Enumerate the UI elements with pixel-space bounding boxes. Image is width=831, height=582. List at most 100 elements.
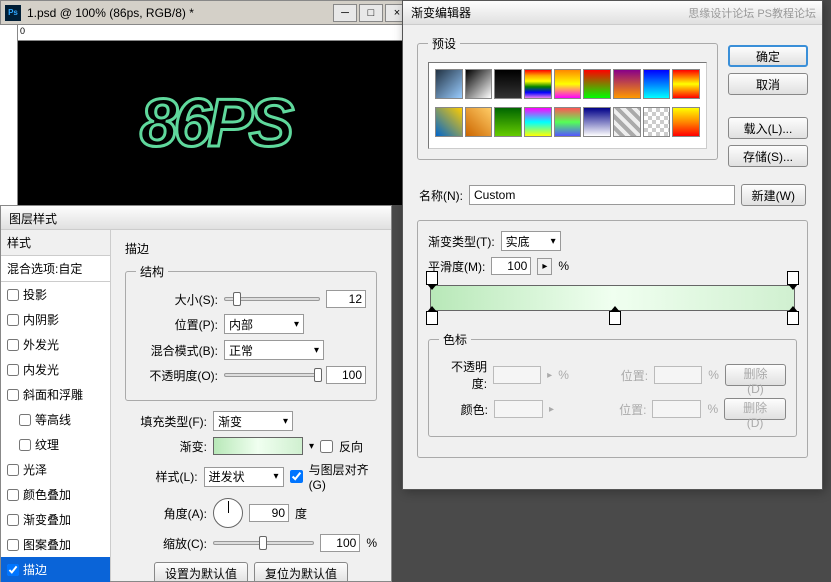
stepper-icon[interactable]: ▸ (537, 258, 552, 275)
checkbox[interactable] (7, 339, 19, 351)
document-title: 1.psd @ 100% (86ps, RGB/8) * (25, 6, 333, 20)
document-canvas[interactable]: 86PS (18, 41, 412, 205)
scale-input[interactable] (320, 534, 360, 552)
ruler-horizontal (18, 25, 412, 41)
style-item-outerglow[interactable]: 外发光 (1, 332, 110, 357)
load-button[interactable]: 载入(L)... (728, 117, 808, 139)
style-item-satin[interactable]: 光泽 (1, 457, 110, 482)
preset-swatch[interactable] (465, 69, 493, 99)
preset-swatch[interactable] (613, 69, 641, 99)
color-stop[interactable] (426, 311, 438, 325)
style-item-bevel[interactable]: 斜面和浮雕 (1, 382, 110, 407)
angle-dial[interactable] (213, 498, 243, 528)
preset-swatch[interactable] (672, 69, 700, 99)
opacity-slider[interactable] (224, 373, 320, 377)
checkbox[interactable] (19, 439, 31, 451)
blend-options-item[interactable]: 混合选项:自定 (1, 256, 110, 282)
angle-input[interactable] (249, 504, 289, 522)
preset-swatch[interactable] (524, 69, 552, 99)
style-header: 样式 (1, 230, 110, 256)
preset-swatch[interactable] (465, 107, 493, 137)
preset-swatch[interactable] (672, 107, 700, 137)
style-item-innershadow[interactable]: 内阴影 (1, 307, 110, 332)
opacity-label: 不透明度(O): (136, 367, 218, 384)
opacity-input[interactable] (326, 366, 366, 384)
position-combo[interactable]: 内部 (224, 314, 304, 334)
style-item-texture[interactable]: 纹理 (1, 432, 110, 457)
cancel-button[interactable]: 取消 (728, 73, 808, 95)
opacity-stop[interactable] (787, 271, 799, 285)
smooth-input[interactable] (491, 257, 531, 275)
size-input[interactable] (326, 290, 366, 308)
style-item-dropshadow[interactable]: 投影 (1, 282, 110, 307)
preset-swatch[interactable] (643, 69, 671, 99)
preset-swatch[interactable] (494, 107, 522, 137)
new-button[interactable]: 新建(W) (741, 184, 806, 206)
style-item-stroke[interactable]: 描边 (1, 557, 110, 582)
size-slider[interactable] (224, 297, 320, 301)
gradient-editor-title[interactable]: 渐变编辑器 思缘设计论坛 PS教程论坛 (403, 1, 822, 25)
scale-slider[interactable] (213, 541, 314, 545)
checkbox[interactable] (7, 514, 19, 526)
window-buttons: ─ □ × (333, 4, 409, 22)
degree-label: 度 (295, 505, 307, 522)
dropdown-icon[interactable]: ▾ (309, 441, 314, 452)
blend-combo[interactable]: 正常 (224, 340, 324, 360)
style-item-contour[interactable]: 等高线 (1, 407, 110, 432)
checkbox[interactable] (7, 389, 19, 401)
percent-label: % (366, 536, 377, 550)
color-stop-swatch (494, 400, 543, 418)
preset-swatch[interactable] (554, 69, 582, 99)
preset-swatch[interactable] (583, 69, 611, 99)
fill-type-combo[interactable]: 渐变 (213, 411, 293, 431)
checkbox[interactable] (7, 364, 19, 376)
type-combo[interactable]: 实底 (501, 231, 561, 251)
preset-swatch[interactable] (494, 69, 522, 99)
position-input (652, 400, 701, 418)
preset-swatch[interactable] (435, 107, 463, 137)
stroke-settings-panel: 描边 结构 大小(S): 位置(P): 内部 混合模式(B): 正常 不透明度( (111, 230, 391, 581)
preset-swatch[interactable] (554, 107, 582, 137)
stepper-disabled-icon: ▸ (549, 404, 554, 415)
layer-style-dialog: 图层样式 样式 混合选项:自定 投影 内阴影 外发光 内发光 斜面和浮雕 等高线… (0, 205, 392, 582)
style-item-coloroverlay[interactable]: 颜色叠加 (1, 482, 110, 507)
preset-swatch[interactable] (613, 107, 641, 137)
preset-swatch[interactable] (583, 107, 611, 137)
structure-fieldset: 结构 大小(S): 位置(P): 内部 混合模式(B): 正常 不透明度(O): (125, 263, 377, 401)
gradient-config-fieldset: 渐变类型(T): 实底 平滑度(M): ▸ % 色标 不透明度: (417, 220, 808, 458)
maximize-button[interactable]: □ (359, 4, 383, 22)
opacity-stop[interactable] (426, 271, 438, 285)
gradient-preview[interactable] (213, 437, 303, 455)
checkbox[interactable] (7, 564, 19, 576)
preset-swatch[interactable] (524, 107, 552, 137)
name-input[interactable] (469, 185, 735, 205)
color-stop[interactable] (609, 311, 621, 325)
save-button[interactable]: 存储(S)... (728, 145, 808, 167)
position-label: 位置: (600, 367, 648, 384)
checkbox[interactable] (7, 489, 19, 501)
checkbox[interactable] (7, 289, 19, 301)
type-label: 渐变类型(T): (428, 233, 495, 250)
ok-button[interactable]: 确定 (728, 45, 808, 67)
color-stop[interactable] (787, 311, 799, 325)
checkbox[interactable] (7, 314, 19, 326)
style-combo[interactable]: 迸发状 (204, 467, 284, 487)
position-label: 位置: (597, 401, 646, 418)
structure-legend: 结构 (136, 263, 168, 280)
checkbox[interactable] (7, 464, 19, 476)
style-item-gradientoverlay[interactable]: 渐变叠加 (1, 507, 110, 532)
gradient-label: 渐变: (125, 438, 207, 455)
style-item-patternoverlay[interactable]: 图案叠加 (1, 532, 110, 557)
checkbox[interactable] (7, 539, 19, 551)
minimize-button[interactable]: ─ (333, 4, 357, 22)
color-stop-label: 颜色: (439, 401, 488, 418)
preset-swatch[interactable] (435, 69, 463, 99)
gradient-bar[interactable] (430, 285, 795, 311)
reverse-checkbox[interactable] (320, 440, 333, 453)
reset-default-button[interactable]: 复位为默认值 (254, 562, 348, 581)
checkbox[interactable] (19, 414, 31, 426)
set-default-button[interactable]: 设置为默认值 (154, 562, 248, 581)
style-item-innerglow[interactable]: 内发光 (1, 357, 110, 382)
align-checkbox[interactable] (290, 470, 303, 483)
preset-swatch[interactable] (643, 107, 671, 137)
